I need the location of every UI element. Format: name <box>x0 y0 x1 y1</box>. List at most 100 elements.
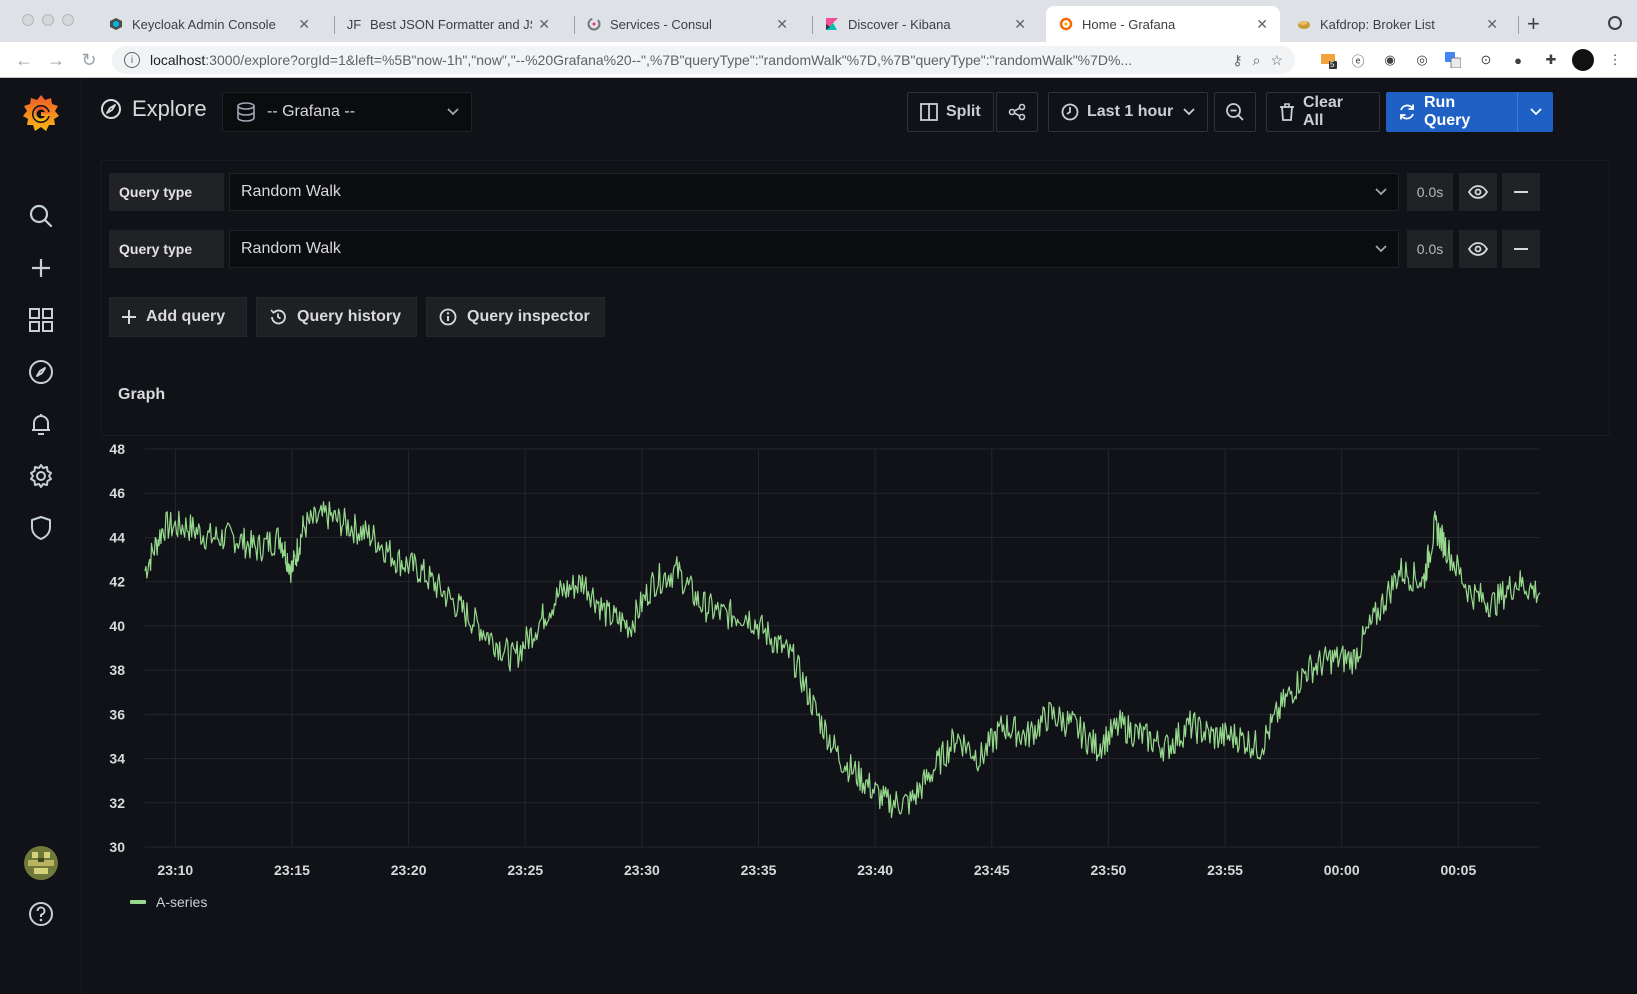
run-query-options-button[interactable] <box>1517 92 1553 132</box>
close-tab-icon[interactable]: ✕ <box>1014 16 1026 33</box>
extension-badge: 5 <box>1330 60 1335 69</box>
add-query-label: Add query <box>146 308 226 325</box>
query-row: Query type Random Walk 0.0s <box>109 230 1597 268</box>
minus-icon <box>1514 190 1528 194</box>
graph-plot[interactable]: 30 32 34 36 38 40 42 44 46 48 23:10 23:15 23:20 23:25… <box>100 360 1610 920</box>
puzzle-icon[interactable]: ✚ <box>1541 50 1561 70</box>
remove-query-button[interactable] <box>1502 173 1540 211</box>
check-extension-icon[interactable]: ● <box>1508 50 1528 70</box>
legend-color-swatch[interactable] <box>130 900 146 904</box>
zoom-out-button[interactable] <box>1214 92 1256 132</box>
browser-tab-kibana[interactable]: Discover - Kibana ✕ <box>812 6 1038 42</box>
query-history-button[interactable]: Query history <box>256 297 417 337</box>
server-admin-shield-icon[interactable] <box>25 512 57 544</box>
close-tab-icon[interactable]: ✕ <box>1486 16 1498 33</box>
search-icon[interactable] <box>25 200 57 232</box>
y-tick-label: 32 <box>109 795 125 811</box>
eye-icon <box>1468 185 1488 199</box>
zoom-out-icon <box>1225 102 1245 122</box>
menu-kebab-icon[interactable]: ⋮ <box>1605 50 1625 70</box>
forward-icon[interactable]: → <box>44 48 68 72</box>
query-type-select[interactable]: Random Walk <box>229 230 1399 268</box>
zoom-icon[interactable]: ⌕ <box>1253 52 1261 69</box>
create-plus-icon[interactable] <box>25 252 57 284</box>
browser-tab-keycloak[interactable]: Keycloak Admin Console ✕ <box>96 6 322 42</box>
dashboards-grid-icon[interactable] <box>25 304 57 336</box>
site-info-icon[interactable]: i <box>124 52 140 68</box>
share-button[interactable] <box>996 92 1038 132</box>
jsonformatter-icon: JF <box>346 16 362 32</box>
address-bar[interactable]: i localhost:3000/explore?orgId=1&left=%5… <box>112 46 1295 74</box>
browser-tab-jsonformatter[interactable]: JF Best JSON Formatter and JSO ✕ <box>334 6 562 42</box>
toggle-visibility-button[interactable] <box>1459 230 1497 268</box>
datasource-picker[interactable]: -- Grafana -- <box>222 92 472 132</box>
add-query-button[interactable]: Add query <box>109 297 247 337</box>
run-query-button[interactable]: Run Query <box>1386 92 1553 132</box>
x-tick-label: 23:50 <box>1091 862 1127 878</box>
plus-icon <box>122 310 136 324</box>
close-tab-icon[interactable]: ✕ <box>776 16 788 33</box>
run-query-main[interactable]: Run Query <box>1386 92 1517 132</box>
browser-toolbar: ← → ↻ i localhost:3000/explore?orgId=1&l… <box>0 42 1637 78</box>
bookmark-star-icon[interactable]: ☆ <box>1270 52 1283 69</box>
y-tick-label: 44 <box>109 529 125 545</box>
remove-query-button[interactable] <box>1502 230 1540 268</box>
maximize-window-button[interactable] <box>62 14 74 26</box>
close-window-button[interactable] <box>22 14 34 26</box>
reload-icon[interactable]: ↻ <box>77 48 101 72</box>
key-icon[interactable]: ⚷ <box>1232 52 1242 69</box>
new-tab-icon[interactable]: + <box>1527 11 1540 37</box>
browser-tab-grafana[interactable]: Home - Grafana ✕ <box>1046 6 1280 42</box>
browser-chrome: Keycloak Admin Console ✕ JF Best JSON Fo… <box>0 0 1637 78</box>
clear-all-button[interactable]: Clear All <box>1266 92 1380 132</box>
grammarly-icon[interactable]: ◎ <box>1412 50 1432 70</box>
split-button[interactable]: Split <box>907 92 994 132</box>
x-tick-label: 23:40 <box>857 862 893 878</box>
profile-avatar[interactable] <box>1572 49 1594 71</box>
alerting-bell-icon[interactable] <box>25 408 57 440</box>
dev-extension-icon[interactable]: ⊙ <box>1476 50 1496 70</box>
extension-e-icon[interactable]: ⓔ <box>1348 50 1368 70</box>
toggle-visibility-button[interactable] <box>1459 173 1497 211</box>
run-query-label: Run Query <box>1424 94 1471 129</box>
tab-search-icon[interactable] <box>1608 16 1622 30</box>
explore-compass-icon[interactable] <box>25 356 57 388</box>
x-tick-label: 23:20 <box>391 862 427 878</box>
url-host: localhost <box>150 52 206 68</box>
query-inspector-label: Query inspector <box>467 308 590 325</box>
close-tab-icon[interactable]: ✕ <box>1256 16 1268 33</box>
configuration-gear-icon[interactable] <box>25 460 57 492</box>
x-tick-label: 23:45 <box>974 862 1010 878</box>
info-icon <box>439 308 457 326</box>
history-icon <box>269 308 287 326</box>
x-tick-label: 23:55 <box>1207 862 1243 878</box>
y-tick-label: 46 <box>109 485 125 501</box>
user-avatar[interactable] <box>24 846 58 880</box>
consul-icon <box>586 16 602 32</box>
window-controls <box>22 14 74 26</box>
back-icon[interactable]: ← <box>12 48 36 72</box>
camera-icon[interactable]: ◉ <box>1380 50 1400 70</box>
browser-tab-consul[interactable]: Services - Consul ✕ <box>574 6 800 42</box>
help-icon[interactable] <box>25 898 57 930</box>
grafana-logo-icon[interactable] <box>18 91 64 137</box>
query-type-label: Query type <box>109 173 224 211</box>
query-type-select[interactable]: Random Walk <box>229 173 1399 211</box>
query-history-label: Query history <box>297 308 402 325</box>
legend-series-name[interactable]: A-series <box>156 894 207 910</box>
y-tick-label: 40 <box>109 618 125 634</box>
close-tab-icon[interactable]: ✕ <box>298 16 310 33</box>
explore-compass-icon <box>101 99 121 119</box>
url-path: :3000/explore?orgId=1&left=%5B"now-1h","… <box>205 52 1133 68</box>
minimize-window-button[interactable] <box>42 14 54 26</box>
query-time: 0.0s <box>1407 173 1453 211</box>
browser-tab-kafdrop[interactable]: Kafdrop: Broker List ✕ <box>1284 6 1510 42</box>
chevron-down-icon <box>1183 108 1195 116</box>
trash-icon <box>1279 103 1295 121</box>
extension-icon[interactable]: 5 <box>1318 50 1338 70</box>
time-range-label: Last 1 hour <box>1087 103 1174 120</box>
time-range-picker[interactable]: Last 1 hour <box>1048 92 1208 132</box>
translate-icon[interactable] <box>1443 50 1463 70</box>
query-inspector-button[interactable]: Query inspector <box>426 297 605 337</box>
close-tab-icon[interactable]: ✕ <box>538 16 550 33</box>
